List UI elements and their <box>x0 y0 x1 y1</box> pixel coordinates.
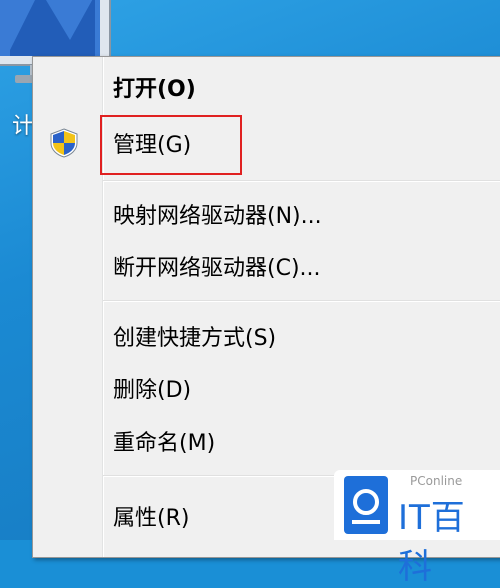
pconline-logo-icon <box>344 476 388 534</box>
menu-item-open[interactable]: 打开(O) <box>33 67 500 107</box>
menu-item-label: 管理(G) <box>113 133 192 158</box>
menu-item-label: 映射网络驱动器(N)... <box>113 204 322 229</box>
uac-shield-icon <box>49 128 79 158</box>
menu-item-label: 创建快捷方式(S) <box>113 326 277 351</box>
menu-item-label: 打开(O) <box>113 77 196 102</box>
menu-item-map-network-drive[interactable]: 映射网络驱动器(N)... <box>33 194 500 234</box>
menu-item-label: 删除(D) <box>113 378 192 403</box>
menu-item-disconnect-network-drive[interactable]: 断开网络驱动器(C)... <box>33 246 500 286</box>
pconline-watermark: PConline IT百科 <box>334 470 500 587</box>
menu-item-manage[interactable]: 管理(G) <box>33 123 500 163</box>
menu-item-label: 重命名(M) <box>113 431 216 456</box>
menu-item-label: 断开网络驱动器(C)... <box>113 256 321 281</box>
menu-item-create-shortcut[interactable]: 创建快捷方式(S) <box>33 316 500 356</box>
menu-separator <box>103 300 500 302</box>
menu-separator <box>103 180 500 182</box>
menu-item-rename[interactable]: 重命名(M) <box>33 421 500 461</box>
watermark-small-text: PConline <box>410 474 463 488</box>
watermark-big-text: IT百科 <box>398 498 466 587</box>
desktop-icon-label: 计 <box>12 114 35 139</box>
menu-item-delete[interactable]: 删除(D) <box>33 368 500 408</box>
menu-item-label: 属性(R) <box>113 506 190 531</box>
